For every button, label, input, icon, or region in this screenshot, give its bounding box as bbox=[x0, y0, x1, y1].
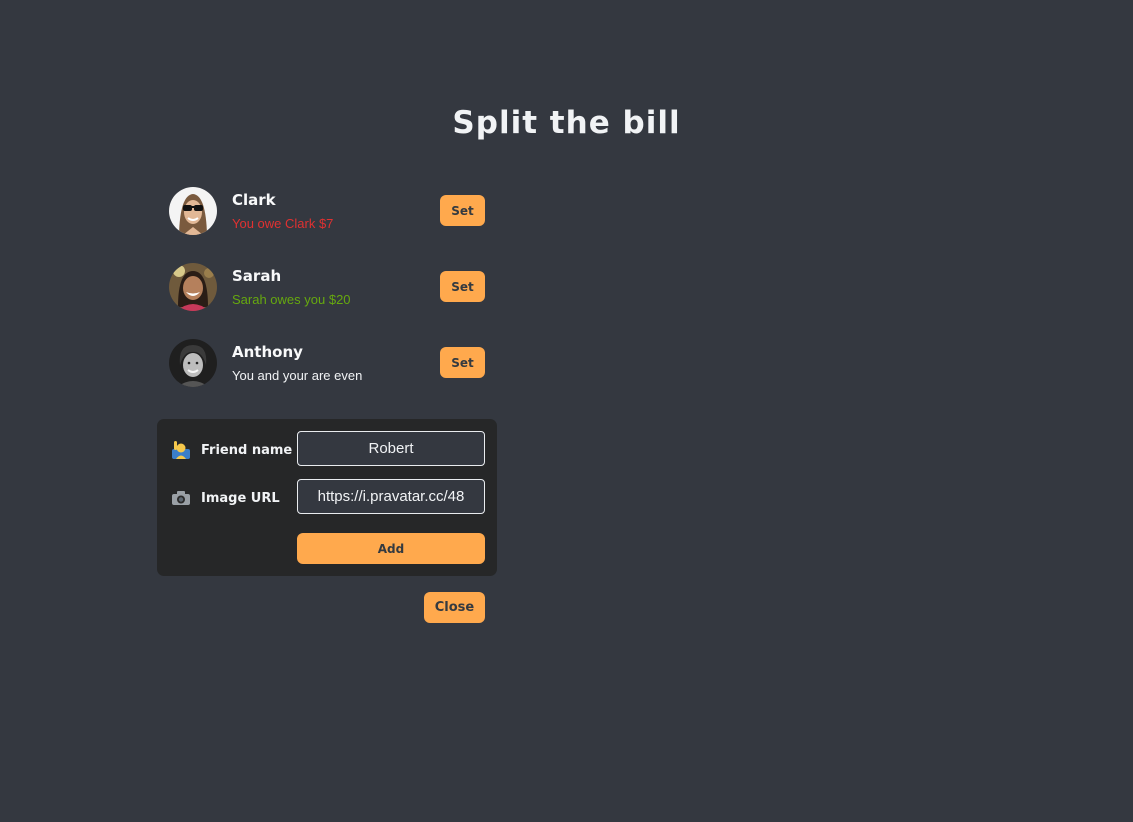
friend-name: Clark bbox=[232, 191, 276, 209]
friend-item-clark: Clark You owe Clark $7 Set bbox=[157, 176, 497, 252]
page-title: Split the bill bbox=[452, 105, 681, 141]
anthony-avatar bbox=[169, 339, 217, 387]
person-raising-hand-icon bbox=[171, 440, 191, 460]
friend-list: Clark You owe Clark $7 Set Sarah Sarah o… bbox=[157, 176, 497, 404]
close-button[interactable]: Close bbox=[424, 592, 485, 623]
friend-item-sarah: Sarah Sarah owes you $20 Set bbox=[157, 252, 497, 328]
set-button-sarah[interactable]: Set bbox=[440, 271, 485, 302]
add-friend-button[interactable]: Add bbox=[297, 533, 485, 564]
set-button-clark[interactable]: Set bbox=[440, 195, 485, 226]
friend-balance-status: You owe Clark $7 bbox=[232, 216, 334, 231]
camera-icon bbox=[171, 488, 191, 508]
friend-balance-status: You and your are even bbox=[232, 368, 363, 383]
friend-name: Sarah bbox=[232, 267, 282, 285]
add-friend-form: Friend name Image URL Add bbox=[157, 419, 497, 576]
clark-avatar bbox=[169, 187, 217, 235]
set-button-anthony[interactable]: Set bbox=[440, 347, 485, 378]
friend-name-label: Friend name bbox=[201, 443, 293, 458]
image-url-label: Image URL bbox=[201, 491, 280, 506]
friend-name: Anthony bbox=[232, 343, 303, 361]
friend-balance-status: Sarah owes you $20 bbox=[232, 292, 351, 307]
friend-name-input[interactable] bbox=[297, 431, 485, 466]
sarah-avatar bbox=[169, 263, 217, 311]
image-url-input[interactable] bbox=[297, 479, 485, 514]
friend-item-anthony: Anthony You and your are even Set bbox=[157, 328, 497, 404]
